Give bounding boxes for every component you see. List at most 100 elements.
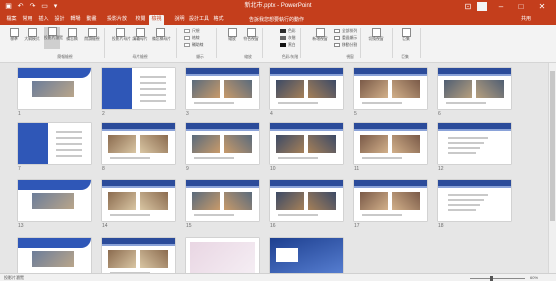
view-icon bbox=[315, 28, 325, 37]
tab-1[interactable]: 常用 bbox=[20, 15, 35, 25]
tab-3[interactable]: 設計 bbox=[52, 15, 67, 25]
ribbon-button-2[interactable]: 投影片瀏覽 bbox=[44, 27, 63, 49]
color-mode-label: 色彩 bbox=[288, 29, 296, 33]
ribbon-button-8[interactable]: 縮放 bbox=[224, 28, 240, 42]
tab-11[interactable]: 格式 bbox=[211, 15, 226, 25]
scrollbar-thumb[interactable] bbox=[550, 71, 555, 221]
slide-number: 8 bbox=[102, 166, 105, 172]
slide-thumbnail[interactable] bbox=[270, 180, 343, 221]
slide-number: 2 bbox=[102, 111, 105, 117]
ribbon-button-4[interactable]: 閱讀檢視 bbox=[84, 28, 100, 42]
zoom-level[interactable]: 60% bbox=[530, 275, 538, 281]
ribbon-group-label: 巨集 bbox=[401, 55, 409, 59]
tell-me-search[interactable]: 告訴我您想要執行的動作 bbox=[249, 16, 304, 24]
slide-thumbnail[interactable] bbox=[102, 180, 175, 221]
color-mode-option[interactable]: 灰階 bbox=[280, 36, 296, 41]
window-option[interactable]: 移動分割 bbox=[334, 43, 357, 48]
tab-5[interactable]: 動畫 bbox=[84, 15, 99, 25]
color-mode-option[interactable]: 色彩 bbox=[280, 29, 296, 34]
ribbon-button-7[interactable]: 備忘稿母片 bbox=[152, 28, 171, 42]
ribbon-button-9[interactable]: 符合視窗 bbox=[243, 28, 259, 42]
slide-thumbnail[interactable] bbox=[354, 123, 427, 164]
slide-number: 15 bbox=[186, 223, 192, 229]
account-avatar[interactable] bbox=[477, 2, 487, 11]
slide-number: 4 bbox=[270, 111, 273, 117]
slide-thumbnail[interactable] bbox=[270, 123, 343, 164]
close-button[interactable]: ✕ bbox=[536, 1, 548, 12]
tab-2[interactable]: 插入 bbox=[36, 15, 51, 25]
ribbon-button-label: 投影片母片 bbox=[112, 37, 131, 41]
ribbon-separator bbox=[216, 28, 217, 58]
window-icon bbox=[334, 29, 340, 33]
view-icon bbox=[47, 27, 57, 36]
slide-thumbnail[interactable] bbox=[102, 68, 175, 109]
ribbon-button-0[interactable]: 標準 bbox=[6, 28, 22, 42]
ribbon-button-label: 投影片瀏覽 bbox=[44, 36, 63, 40]
tab-7[interactable]: 校閱 bbox=[133, 15, 148, 25]
tab-4[interactable]: 轉場 bbox=[68, 15, 83, 25]
ribbon-display-options-icon[interactable]: ⊡ bbox=[462, 1, 474, 12]
ribbon-button-5[interactable]: 投影片母片 bbox=[112, 28, 131, 42]
maximize-button[interactable]: □ bbox=[515, 1, 527, 12]
show-option[interactable]: 格線 bbox=[184, 36, 200, 41]
checkbox-icon[interactable] bbox=[184, 36, 190, 40]
zoom-slider[interactable] bbox=[470, 278, 525, 279]
view-icon bbox=[67, 28, 77, 37]
view-icon bbox=[401, 28, 411, 37]
tab-10[interactable]: 設計工具 bbox=[187, 15, 211, 25]
show-option-label: 格線 bbox=[192, 36, 200, 40]
show-option[interactable]: 輔助線 bbox=[184, 43, 203, 48]
slide-thumbnail[interactable] bbox=[18, 68, 91, 109]
slide-thumbnail[interactable] bbox=[18, 123, 91, 164]
slide-thumbnail[interactable] bbox=[354, 68, 427, 109]
ribbon-button-label: 講義母片 bbox=[132, 37, 148, 41]
slide-thumbnail[interactable] bbox=[186, 123, 259, 164]
ribbon-button-12[interactable]: 巨集 bbox=[398, 28, 414, 42]
slide-thumbnail[interactable] bbox=[438, 180, 511, 221]
ribbon-button-1[interactable]: 大綱模式 bbox=[24, 28, 40, 42]
color-mode-icon bbox=[280, 43, 286, 47]
ribbon-group-label: 視窗 bbox=[346, 55, 354, 59]
zoom-slider-handle[interactable] bbox=[490, 276, 493, 281]
ribbon-separator bbox=[104, 28, 105, 58]
ribbon-button-11[interactable]: 切換視窗 bbox=[368, 28, 384, 42]
view-icon bbox=[371, 28, 381, 37]
slide-thumbnail[interactable] bbox=[438, 68, 511, 109]
slide-thumbnail[interactable] bbox=[18, 180, 91, 221]
checkbox-icon[interactable] bbox=[184, 43, 190, 47]
ribbon-button-label: 標準 bbox=[10, 37, 18, 41]
title-bar: ▣ ↶ ↷ ▭ ▾ 新北市.pptx - PowerPoint ⊡ – □ ✕ bbox=[0, 0, 556, 13]
slide-thumbnail[interactable] bbox=[354, 180, 427, 221]
ribbon-button-10[interactable]: 新增視窗 bbox=[312, 28, 328, 42]
ribbon-button-6[interactable]: 講義母片 bbox=[132, 28, 148, 42]
slide-thumbnail[interactable] bbox=[438, 123, 511, 164]
window-option-label: 全部排列 bbox=[342, 29, 358, 33]
show-option[interactable]: 尺規 bbox=[184, 29, 200, 34]
powerpoint-window: ▣ ↶ ↷ ▭ ▾ 新北市.pptx - PowerPoint ⊡ – □ ✕ … bbox=[0, 0, 556, 281]
color-mode-option[interactable]: 黑白 bbox=[280, 43, 296, 48]
tab-8[interactable]: 檢視 bbox=[149, 15, 164, 25]
vertical-scrollbar[interactable] bbox=[548, 63, 556, 273]
window-option[interactable]: 全部排列 bbox=[334, 29, 357, 34]
window-icon bbox=[334, 43, 340, 47]
tab-6[interactable]: 投影片放映 bbox=[103, 15, 131, 31]
slide-number: 13 bbox=[18, 223, 24, 229]
checkbox-icon[interactable] bbox=[184, 29, 190, 33]
slide-thumbnail[interactable] bbox=[270, 68, 343, 109]
ribbon-button-3[interactable]: 備忘稿 bbox=[64, 28, 80, 42]
ribbon-button-label: 符合視窗 bbox=[243, 37, 259, 41]
share-button[interactable]: 共用 bbox=[521, 15, 531, 24]
slide-thumbnail[interactable] bbox=[186, 68, 259, 109]
view-icon bbox=[115, 28, 125, 37]
minimize-button[interactable]: – bbox=[495, 1, 507, 12]
ribbon-separator bbox=[420, 28, 421, 58]
tab-9[interactable]: 說明 bbox=[172, 15, 187, 25]
slide-number: 17 bbox=[354, 223, 360, 229]
slide-number: 11 bbox=[354, 166, 360, 172]
tab-0[interactable]: 檔案 bbox=[4, 15, 19, 25]
view-icon bbox=[9, 28, 19, 37]
slide-thumbnail[interactable] bbox=[102, 123, 175, 164]
window-option[interactable]: 重疊顯示 bbox=[334, 36, 357, 41]
slide-thumbnail[interactable] bbox=[186, 180, 259, 221]
view-icon bbox=[135, 28, 145, 37]
